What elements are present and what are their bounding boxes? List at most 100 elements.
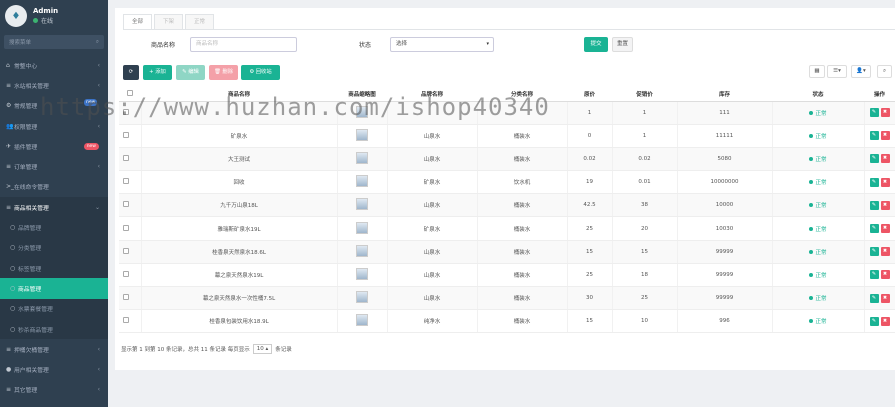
sidebar-search-input[interactable]: 搜索菜单 ⌕ bbox=[4, 35, 104, 49]
toggle-view-button[interactable]: ▦ bbox=[809, 65, 825, 78]
sidebar-item[interactable]: ≡ 其它管理 ‹ bbox=[0, 380, 108, 400]
tab-normal[interactable]: 正常 bbox=[185, 14, 215, 29]
row-checkbox[interactable] bbox=[123, 178, 129, 185]
edit-row-icon[interactable]: ✎ bbox=[869, 316, 879, 326]
table-row[interactable]: 桂香泉天然泉水18.6L 山泉水 桶装水 15 15 99999 正常 ✎ ✖ bbox=[119, 240, 895, 264]
table-row[interactable]: 矿泉水 山泉水 桶装水 0 1 11111 正常 ✎ ✖ bbox=[119, 124, 895, 148]
row-checkbox[interactable] bbox=[123, 154, 129, 161]
status-badge[interactable]: 正常 bbox=[809, 248, 827, 256]
delete-row-icon[interactable]: ✖ bbox=[880, 177, 890, 187]
search-toggle-button[interactable]: ⌕ bbox=[877, 65, 892, 78]
columns-button[interactable]: ☰▾ bbox=[827, 65, 847, 78]
refresh-button[interactable]: ⟳ bbox=[123, 65, 139, 80]
search-icon[interactable]: ⌕ bbox=[96, 39, 99, 46]
row-checkbox[interactable] bbox=[123, 247, 129, 254]
sidebar-item[interactable]: ≡ 押桶欠桶管理 ‹ bbox=[0, 339, 108, 359]
tab-all[interactable]: 全部 bbox=[123, 14, 153, 29]
delete-row-icon[interactable]: ✖ bbox=[880, 108, 890, 118]
edit-row-icon[interactable]: ✎ bbox=[869, 154, 879, 164]
row-checkbox[interactable] bbox=[123, 270, 129, 277]
sidebar-item[interactable]: ● 用户相关管理 ‹ bbox=[0, 359, 108, 379]
sidebar-item[interactable]: ✈ 插件管理 new bbox=[0, 136, 108, 156]
row-checkbox[interactable] bbox=[123, 201, 129, 208]
header-category[interactable]: 分类名称 bbox=[477, 87, 567, 102]
table-row[interactable]: 雅瑞斯矿泉水19L 矿泉水 桶装水 25 20 10030 正常 ✎ ✖ bbox=[119, 216, 895, 241]
status-badge[interactable]: 正常 bbox=[809, 317, 827, 325]
sidebar-item[interactable]: ○ 商品管理 bbox=[0, 278, 108, 299]
row-checkbox[interactable] bbox=[123, 108, 129, 115]
sidebar-item[interactable]: ⚙ 常规管理 new bbox=[0, 96, 108, 116]
delete-row-icon[interactable]: ✖ bbox=[880, 131, 890, 141]
page-size-select[interactable]: 10 ▴ bbox=[252, 344, 273, 354]
header-stock[interactable]: 库存 bbox=[677, 87, 772, 102]
status-badge[interactable]: 正常 bbox=[809, 132, 827, 140]
status-filter-select[interactable]: 选择 ▾ bbox=[390, 37, 494, 52]
table-row[interactable]: 大王测试 山泉水 桶装水 0.02 0.02 5080 正常 ✎ ✖ bbox=[119, 147, 895, 172]
brand-cell bbox=[387, 101, 478, 125]
delete-row-icon[interactable]: ✖ bbox=[880, 270, 890, 280]
header-brand[interactable]: 品牌名称 bbox=[387, 87, 477, 102]
status-badge[interactable]: 正常 bbox=[809, 155, 827, 163]
header-name[interactable]: 商品名称 bbox=[141, 87, 337, 102]
sidebar-item[interactable]: ○ 秒杀商品管理 bbox=[0, 318, 108, 340]
delete-row-icon[interactable]: ✖ bbox=[880, 200, 890, 210]
sidebar-item[interactable]: ○ 分类管理 bbox=[0, 237, 108, 258]
sidebar-item[interactable]: >_ 在线命令管理 bbox=[0, 177, 108, 197]
chevron-icon: ‹ bbox=[97, 386, 100, 394]
status-badge[interactable]: 正常 bbox=[809, 271, 827, 279]
status-dot-icon bbox=[809, 110, 814, 115]
row-checkbox[interactable] bbox=[123, 131, 129, 138]
edit-row-icon[interactable]: ✎ bbox=[869, 270, 879, 280]
delete-button[interactable]: 🗑 删除 bbox=[209, 65, 238, 80]
header-status[interactable]: 状态 bbox=[772, 87, 864, 102]
table-row[interactable]: 幕之泉天然泉水一次性桶7.5L 山泉水 桶装水 30 25 99999 正常 ✎ ✖ bbox=[119, 286, 895, 311]
row-checkbox[interactable] bbox=[123, 224, 129, 231]
edit-button[interactable]: ✎ 编辑 bbox=[176, 65, 205, 80]
delete-row-icon[interactable]: ✖ bbox=[880, 154, 890, 164]
edit-row-icon[interactable]: ✎ bbox=[869, 247, 879, 257]
sidebar-item[interactable]: ○ 品牌管理 bbox=[0, 217, 108, 238]
edit-row-icon[interactable]: ✎ bbox=[869, 200, 879, 210]
promo-price-cell: 1 bbox=[612, 124, 678, 148]
select-all-checkbox[interactable] bbox=[127, 89, 133, 96]
submit-button[interactable]: 提交 bbox=[584, 37, 608, 52]
header-price[interactable]: 原价 bbox=[567, 87, 612, 102]
status-badge[interactable]: 正常 bbox=[809, 225, 827, 233]
sidebar-item[interactable]: ≡ 水站相关管理 ‹ bbox=[0, 75, 108, 95]
edit-row-icon[interactable]: ✎ bbox=[869, 108, 879, 118]
header-promo-price[interactable]: 促销价 bbox=[612, 87, 677, 102]
delete-row-icon[interactable]: ✖ bbox=[880, 293, 890, 303]
status-badge[interactable]: 正常 bbox=[809, 178, 827, 186]
sidebar-item[interactable]: 👥 权限管理 ‹ bbox=[0, 116, 108, 136]
edit-row-icon[interactable]: ✎ bbox=[869, 177, 879, 187]
edit-row-icon[interactable]: ✎ bbox=[869, 293, 879, 303]
sidebar-item[interactable]: ≡ 订单管理 ‹ bbox=[0, 156, 108, 176]
status-badge[interactable]: 正常 bbox=[809, 109, 827, 117]
sidebar-item[interactable]: ○ 水票套餐管理 bbox=[0, 298, 108, 319]
sidebar-item[interactable]: ≡ 商品相关管理 ⌄ bbox=[0, 197, 108, 218]
header-checkbox-cell[interactable] bbox=[119, 87, 141, 102]
table-row[interactable]: 九千万山泉18L 山泉水 桶装水 42.5 38 10000 正常 ✎ ✖ bbox=[119, 193, 895, 218]
sidebar-item[interactable]: ○ 标签管理 bbox=[0, 257, 108, 279]
name-filter-input[interactable]: 商品名称 bbox=[190, 37, 297, 52]
sidebar-item[interactable]: ⌂ 常整中心 ‹ bbox=[0, 55, 108, 75]
table-row[interactable]: 1 1 111 正常 ✎ ✖ bbox=[119, 101, 895, 125]
delete-row-icon[interactable]: ✖ bbox=[880, 224, 890, 234]
add-button[interactable]: + 添加 bbox=[143, 65, 172, 80]
table-row[interactable]: 幕之泉天然泉水19L 山泉水 桶装水 25 18 99999 正常 ✎ ✖ bbox=[119, 263, 895, 288]
status-badge[interactable]: 正常 bbox=[809, 294, 827, 302]
delete-row-icon[interactable]: ✖ bbox=[880, 247, 890, 257]
reset-button[interactable]: 重置 bbox=[612, 37, 633, 52]
export-button[interactable]: 👤▾ bbox=[851, 65, 871, 78]
avatar[interactable]: ♦ bbox=[5, 5, 27, 27]
edit-row-icon[interactable]: ✎ bbox=[869, 224, 879, 234]
tab-offline[interactable]: 下架 bbox=[154, 14, 184, 29]
status-badge[interactable]: 正常 bbox=[809, 201, 827, 209]
delete-row-icon[interactable]: ✖ bbox=[880, 316, 890, 326]
table-row[interactable]: 回收 矿泉水 饮水机 19 0.01 10000000 正常 ✎ ✖ bbox=[119, 170, 895, 195]
row-checkbox[interactable] bbox=[123, 294, 129, 301]
edit-row-icon[interactable]: ✎ bbox=[869, 131, 879, 141]
row-checkbox[interactable] bbox=[123, 317, 129, 324]
recycle-bin-button[interactable]: ⚙ 回收站 bbox=[241, 65, 280, 80]
table-row[interactable]: 桂香泉包装饮用水18.9L 纯净水 桶装水 15 10 996 正常 ✎ ✖ bbox=[119, 309, 895, 334]
